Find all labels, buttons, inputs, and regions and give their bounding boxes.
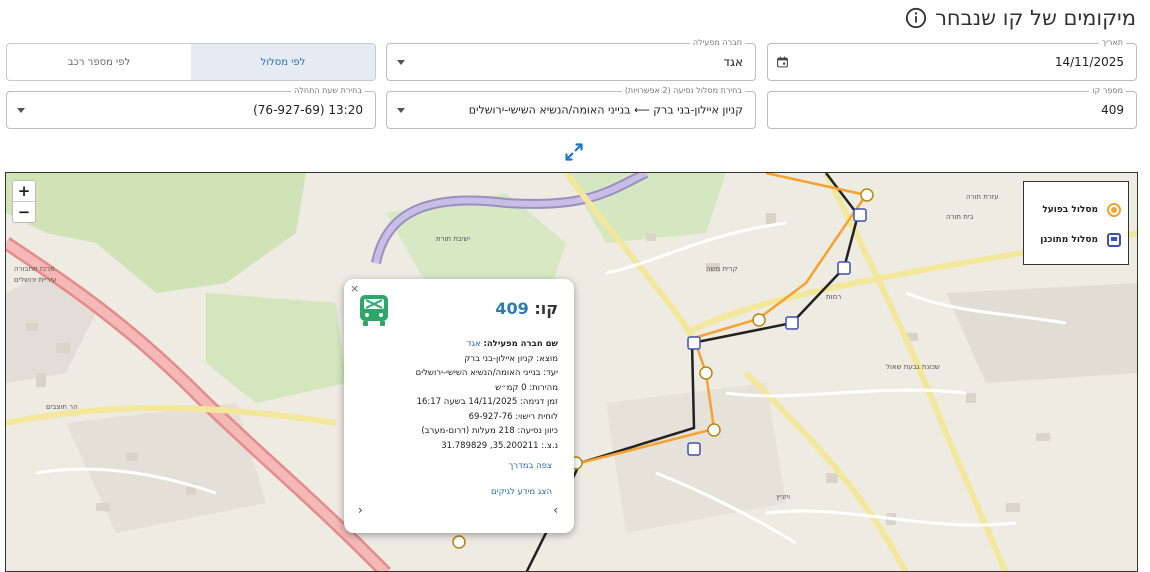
line-number-label: מספר קו xyxy=(1089,86,1126,96)
toggle-by-vehicle[interactable]: לפי מספר רכב xyxy=(7,44,191,80)
mode-toggle: לפי מספר רכב לפי מסלול xyxy=(6,43,376,81)
map-legend: מסלול בפועל מסלול מתוכנן xyxy=(1023,181,1129,265)
popup-operator: שם חברה מפעילה: אגד xyxy=(466,339,558,349)
popup-origin: מוצא: קניון איילון-בני ברק xyxy=(464,353,558,364)
popup-sample-time: זמן דגימה: 14/11/2025 בשעה 16:17 xyxy=(416,397,558,407)
map-label: שכונת גבעת שאול xyxy=(886,363,940,371)
geek-info-link[interactable]: הצג מידע לגיקים xyxy=(491,487,552,497)
start-time-label: בחירת שעת התחלה xyxy=(291,86,365,96)
map-label: ויזניץ xyxy=(776,493,791,501)
legend-actual: מסלול בפועל xyxy=(1042,202,1122,218)
actual-route-icon xyxy=(1107,203,1121,217)
operator-value: אגד xyxy=(723,55,743,69)
date-label: תאריך xyxy=(1098,38,1126,48)
page-title: מיקומים של קו שנבחר xyxy=(935,6,1136,30)
map-view[interactable]: מרכז תחבורה עיריית ירושלים קרית משה שכונ… xyxy=(5,172,1138,572)
vehicle-popup: × קו: 409 שם חברה מפעילה: אגד מוצא: קניו… xyxy=(344,279,574,533)
popup-destination: יעד: בנייני האומה/הנשיא השישי-ירושלים xyxy=(415,368,558,378)
map-label: רמות xyxy=(826,293,842,301)
toggle-by-route[interactable]: לפי מסלול xyxy=(191,44,375,80)
zoom-controls: + − xyxy=(12,180,36,223)
date-field[interactable]: תאריך 14/11/2025 xyxy=(767,38,1137,81)
planned-route-icon xyxy=(1107,233,1121,247)
bus-icon xyxy=(360,295,388,326)
expand-arrows-icon[interactable] xyxy=(564,142,584,162)
legend-planned-label: מסלול מתוכנן xyxy=(1040,235,1098,245)
zoom-in-button[interactable]: + xyxy=(13,181,35,201)
line-number-field[interactable]: מספר קו 409 xyxy=(767,86,1137,129)
popup-line-label: קו: xyxy=(534,299,558,318)
popup-line-title: קו: 409 xyxy=(495,299,558,318)
start-time-value: 13:20 (76-927-69) xyxy=(253,103,363,117)
chevron-down-icon xyxy=(397,108,405,113)
street-view-link[interactable]: צפה במדרך xyxy=(509,461,552,471)
chevron-right-icon[interactable]: › xyxy=(553,503,558,517)
popup-line-number: 409 xyxy=(495,299,529,318)
page-header: מיקומים של קו שנבחר xyxy=(905,6,1136,30)
map-label: הר חוצבים xyxy=(46,403,78,411)
map-label: בית תורה xyxy=(946,213,974,221)
chevron-down-icon xyxy=(17,108,25,113)
map-label: מרכז תחבורה xyxy=(14,265,55,273)
popup-coords: נ.צ.: 35.200211, 31.789829 xyxy=(441,440,558,451)
route-value: קניון איילון-בני ברק ⟵ בנייני האומה/הנשי… xyxy=(468,103,743,117)
legend-planned: מסלול מתוכנן xyxy=(1040,232,1122,248)
chevron-down-icon xyxy=(397,60,405,65)
operator-select[interactable]: חברה מפעילה אגד xyxy=(386,38,756,81)
date-value: 14/11/2025 xyxy=(1054,55,1124,69)
zoom-out-button[interactable]: − xyxy=(13,201,35,222)
operator-label: חברה מפעילה xyxy=(689,38,745,48)
popup-details: שם חברה מפעילה: אגד מוצא: קניון איילון-ב… xyxy=(416,337,558,453)
map-label: קרית משה xyxy=(706,265,738,273)
map-label: עזרת תורה xyxy=(966,193,999,201)
route-label: בחירת מסלול נסיעה (2 אפשרויות) xyxy=(621,86,745,96)
info-circle-icon[interactable] xyxy=(905,7,927,29)
map-label: ישיבת תורת xyxy=(436,235,471,243)
chevron-left-icon[interactable]: ‹ xyxy=(358,503,363,517)
calendar-icon[interactable] xyxy=(776,56,789,69)
popup-plate: לוחית רישוי: 69-927-76 xyxy=(468,411,558,422)
map-label: עיריית ירושלים xyxy=(14,276,57,284)
line-number-value: 409 xyxy=(1101,103,1124,117)
start-time-select[interactable]: בחירת שעת התחלה 13:20 (76-927-69) xyxy=(6,86,376,129)
legend-actual-label: מסלול בפועל xyxy=(1042,205,1098,215)
popup-heading: כיוון נסיעה: 218 מעלות (דרום-מערב) xyxy=(421,426,558,436)
popup-speed: מהירות: 0 קמ״ש xyxy=(495,382,558,393)
route-select[interactable]: בחירת מסלול נסיעה (2 אפשרויות) קניון איי… xyxy=(386,86,756,129)
